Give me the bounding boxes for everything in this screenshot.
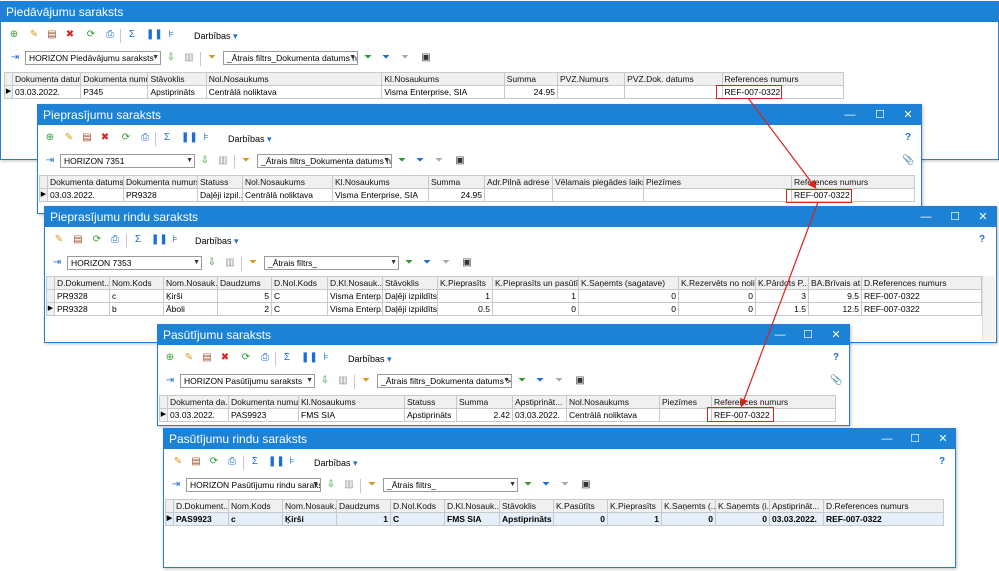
arrow-request-to-order: [740, 201, 819, 408]
arrow-offer-to-request: [747, 97, 817, 189]
reference-link-arrows: [740, 97, 819, 408]
